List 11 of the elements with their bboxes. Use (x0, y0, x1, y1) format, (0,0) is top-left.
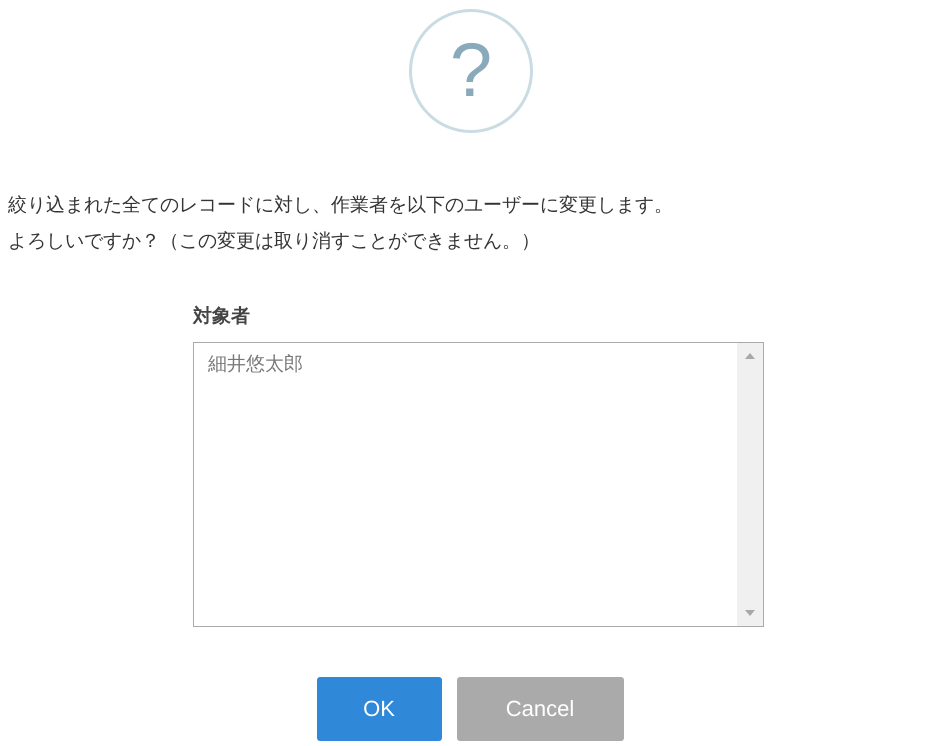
list-item[interactable]: 細井悠太郎 (208, 351, 303, 377)
scroll-up-icon[interactable] (745, 353, 755, 359)
cancel-button[interactable]: Cancel (456, 677, 624, 741)
message-text: よろしいですか？（この変更は取り消すことができません。） (8, 229, 540, 254)
ok-button[interactable]: OK (316, 677, 442, 741)
message-text: 絞り込まれた全てのレコードに対し、作業者を以下のユーザーに変更します。 (8, 193, 673, 218)
question-icon: ? (409, 9, 533, 133)
field-label: 対象者 (193, 304, 250, 329)
scroll-down-icon[interactable] (745, 610, 755, 616)
scrollbar[interactable] (737, 343, 763, 626)
user-listbox[interactable]: 細井悠太郎 (193, 342, 764, 627)
